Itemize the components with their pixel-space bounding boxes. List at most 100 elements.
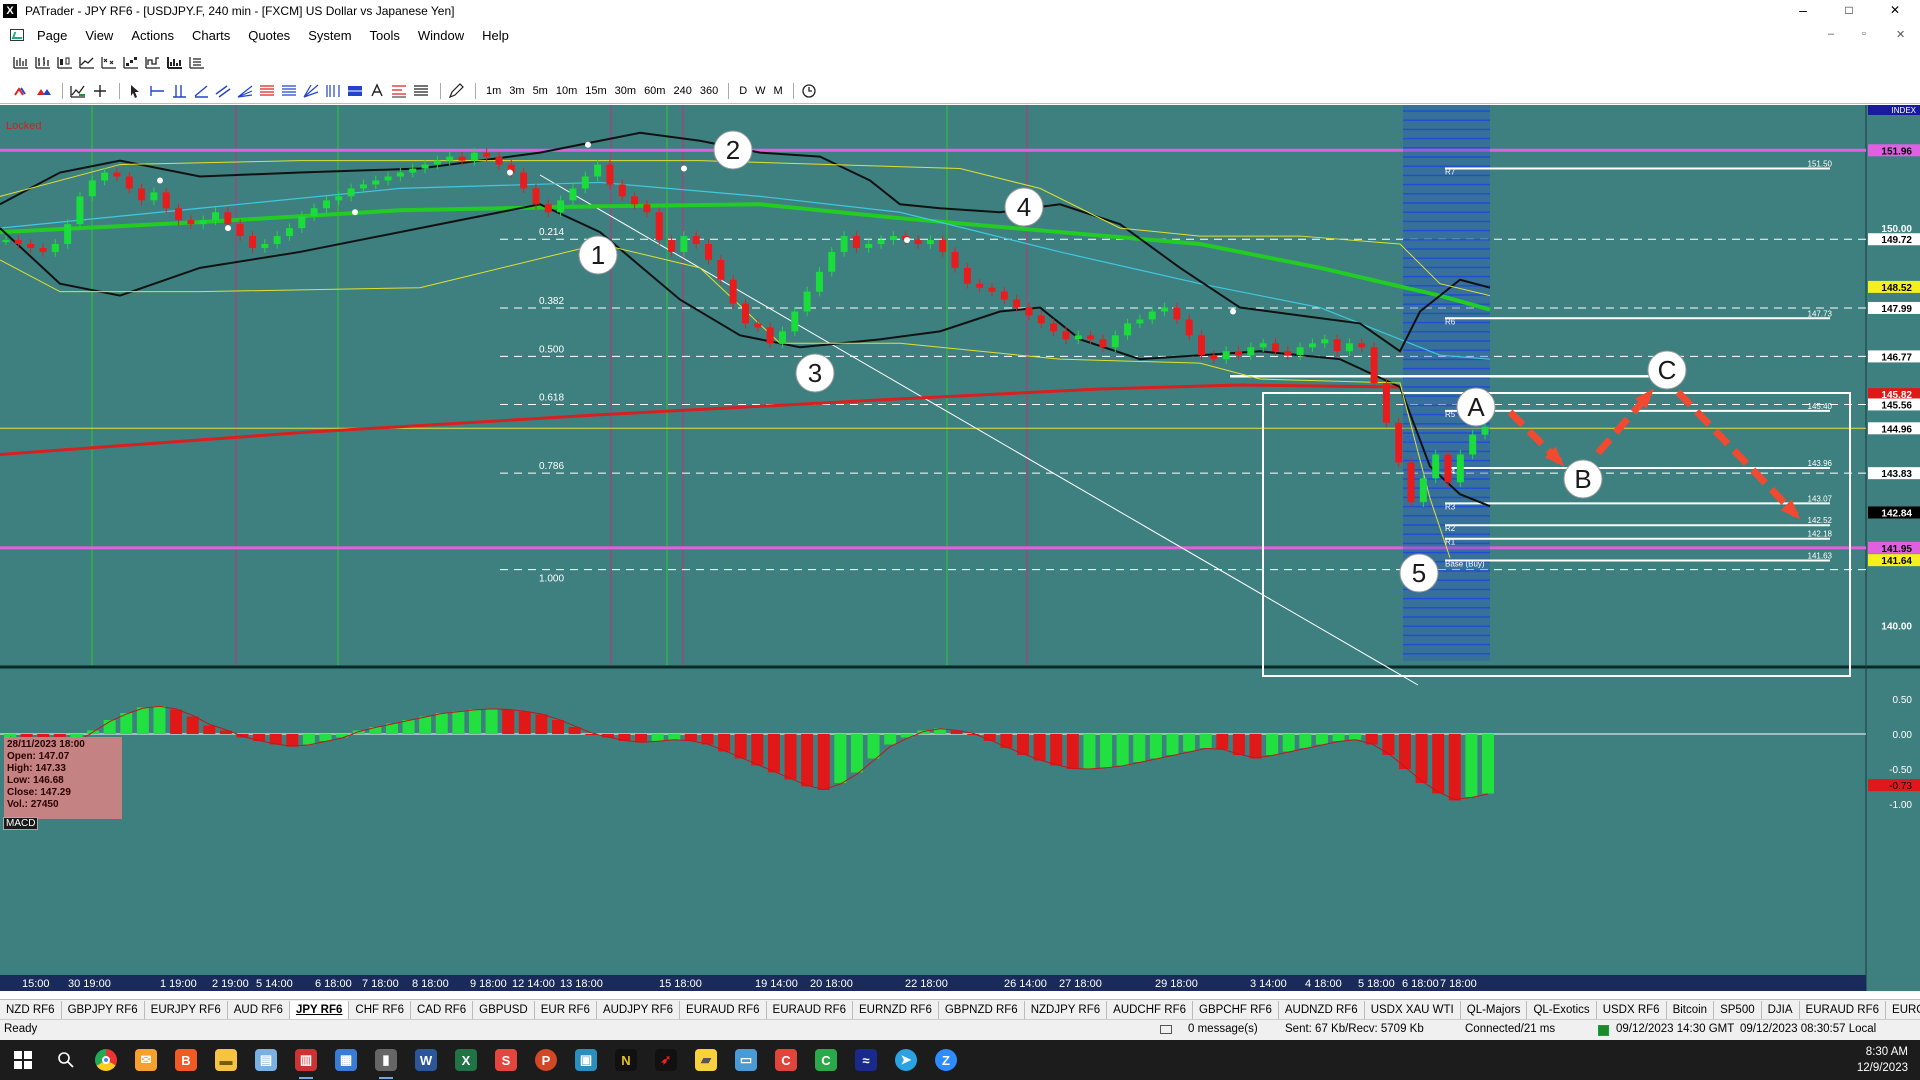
menu-window[interactable]: Window	[409, 28, 473, 43]
pointfigure-chart-icon[interactable]	[100, 54, 118, 70]
menu-help[interactable]: Help	[473, 28, 518, 43]
taskbar-trading-app[interactable]: ➶	[646, 1040, 686, 1080]
timeframe-10m[interactable]: 10m	[552, 85, 581, 97]
timeframe-m[interactable]: M	[770, 85, 787, 97]
timeframe-30m[interactable]: 30m	[611, 85, 640, 97]
trendline-icon[interactable]	[192, 83, 210, 99]
symbol-tab[interactable]: JPY RF6	[289, 1000, 350, 1019]
symbol-tab[interactable]: NZDJPY RF6	[1025, 1000, 1108, 1019]
taskbar-brave[interactable]: B	[166, 1040, 206, 1080]
symbol-tab[interactable]: EURAUD RF6	[680, 1000, 767, 1019]
chart-canvas[interactable]: 0.214 0.382 0.500 0.618 0.786 1.000 R7 151.50 R6…	[0, 105, 1920, 991]
timeframe-5m[interactable]: 5m	[529, 85, 552, 97]
symbol-tab[interactable]: CHF RF6	[349, 1000, 411, 1019]
cursor-icon[interactable]	[126, 83, 144, 99]
indicator-icon[interactable]	[69, 83, 87, 99]
symbol-tab[interactable]: QL-Exotics	[1527, 1000, 1597, 1019]
status-messages[interactable]: 0 message(s)	[1188, 1023, 1258, 1035]
taskbar-app-c-green[interactable]: C	[806, 1040, 846, 1080]
timeframe-w[interactable]: W	[751, 85, 769, 97]
symbol-tab[interactable]: GBPNZD RF6	[939, 1000, 1025, 1019]
taskbar-zoom[interactable]: Z	[926, 1040, 966, 1080]
minimize-button[interactable]: –	[1780, 0, 1826, 22]
levels-tool-icon[interactable]	[412, 83, 430, 99]
taskbar-patrader[interactable]: ▮	[366, 1040, 406, 1080]
symbol-tab[interactable]: GBPJPY RF6	[62, 1000, 145, 1019]
crosshair-icon[interactable]	[91, 83, 109, 99]
symbol-tab[interactable]: USDX XAU WTI	[1365, 1000, 1461, 1019]
timeframe-1m[interactable]: 1m	[482, 85, 505, 97]
ohlc-chart-icon[interactable]	[34, 54, 52, 70]
symbol-tab[interactable]: EURAUD RF6	[1800, 1000, 1887, 1019]
buy-sell-icon[interactable]	[12, 83, 30, 99]
symbol-tab[interactable]: AUD RF6	[228, 1000, 290, 1019]
renko-chart-icon[interactable]	[122, 54, 140, 70]
timeframe-15m[interactable]: 15m	[581, 85, 610, 97]
chart-page-icon[interactable]	[10, 29, 24, 41]
text-tool-icon[interactable]	[368, 82, 386, 99]
volume-chart-icon[interactable]	[166, 54, 184, 70]
taskbar-powerpoint[interactable]: P	[526, 1040, 566, 1080]
taskbar-ninjatrader[interactable]: N	[606, 1040, 646, 1080]
fibonacci-icon[interactable]	[258, 83, 276, 99]
pivot-tool-icon[interactable]	[390, 83, 408, 99]
symbol-tab[interactable]: AUDNZD RF6	[1279, 1000, 1365, 1019]
fan-icon[interactable]	[236, 83, 254, 99]
symbol-tab[interactable]: EURJPY RF6	[145, 1000, 228, 1019]
taskbar-app-blue[interactable]: ▤	[246, 1040, 286, 1080]
bar-chart-icon[interactable]	[12, 54, 30, 70]
symbol-tab[interactable]: NZD RF6	[0, 1000, 62, 1019]
taskbar-calculator[interactable]: ▦	[326, 1040, 366, 1080]
search-button[interactable]	[46, 1040, 86, 1080]
taskbar-chrome[interactable]	[86, 1040, 126, 1080]
symbol-tab[interactable]: QL-Majors	[1461, 1000, 1528, 1019]
symbol-tab[interactable]: GBPCHF RF6	[1193, 1000, 1279, 1019]
price-chart[interactable]: 0.214 0.382 0.500 0.618 0.786 1.000 R7 151.50 R6…	[0, 105, 1920, 991]
pencil-icon[interactable]	[447, 82, 465, 99]
line-chart-icon[interactable]	[78, 54, 96, 70]
template-chart-icon[interactable]	[188, 54, 206, 70]
symbol-tab[interactable]: EURAUD RF6	[767, 1000, 854, 1019]
symbol-tab[interactable]: EUR RF6	[535, 1000, 597, 1019]
fib-extension-icon[interactable]	[280, 83, 298, 99]
symbol-tab[interactable]: SP500	[1714, 1000, 1762, 1019]
mdi-minimize-button[interactable]: –	[1828, 28, 1834, 40]
kagi-chart-icon[interactable]	[144, 54, 162, 70]
symbol-tab[interactable]: EURNZD RF6	[853, 1000, 939, 1019]
timeframe-240[interactable]: 240	[669, 85, 695, 97]
taskbar-chart-app[interactable]: ▥	[286, 1040, 326, 1080]
taskbar-telegram[interactable]: ➤	[886, 1040, 926, 1080]
taskbar-explorer[interactable]: ▬	[206, 1040, 246, 1080]
menu-charts[interactable]: Charts	[183, 28, 239, 43]
mdi-close-button[interactable]: ✕	[1896, 28, 1905, 41]
menu-tools[interactable]: Tools	[361, 28, 409, 43]
symbol-tab[interactable]: CAD RF6	[411, 1000, 474, 1019]
taskbar-excel[interactable]: X	[446, 1040, 486, 1080]
grid-tool-icon[interactable]	[346, 83, 364, 99]
symbol-tab[interactable]: Bitcoin	[1667, 1000, 1715, 1019]
taskbar-clock[interactable]: 8:30 AM 12/9/2023	[1857, 1044, 1908, 1076]
mdi-restore-button[interactable]: ▫	[1862, 28, 1866, 40]
timeframe-3m[interactable]: 3m	[505, 85, 528, 97]
taskbar-mail[interactable]: ✉	[126, 1040, 166, 1080]
menu-quotes[interactable]: Quotes	[239, 28, 299, 43]
vertical-line-icon[interactable]	[170, 83, 188, 99]
gann-fan-icon[interactable]	[302, 83, 320, 99]
symbol-tab[interactable]: GBPUSD	[473, 1000, 535, 1019]
taskbar-photos[interactable]: ▣	[566, 1040, 606, 1080]
start-button[interactable]	[0, 1040, 46, 1080]
menu-system[interactable]: System	[299, 28, 360, 43]
order-icon[interactable]	[34, 83, 52, 99]
horizontal-line-icon[interactable]	[148, 83, 166, 99]
timeframe-60m[interactable]: 60m	[640, 85, 669, 97]
maximize-button[interactable]: □	[1826, 0, 1872, 22]
time-zones-icon[interactable]	[324, 83, 342, 99]
symbol-tab[interactable]: USDX RF6	[1597, 1000, 1667, 1019]
timeframe-d[interactable]: D	[735, 85, 751, 97]
menu-view[interactable]: View	[76, 28, 122, 43]
candle-chart-icon[interactable]	[56, 54, 74, 70]
channel-icon[interactable]	[214, 83, 232, 99]
symbol-tab[interactable]: EURGBP RF6	[1886, 1001, 1920, 1019]
taskbar-app-c-red[interactable]: C	[766, 1040, 806, 1080]
close-button[interactable]: ✕	[1872, 0, 1918, 22]
